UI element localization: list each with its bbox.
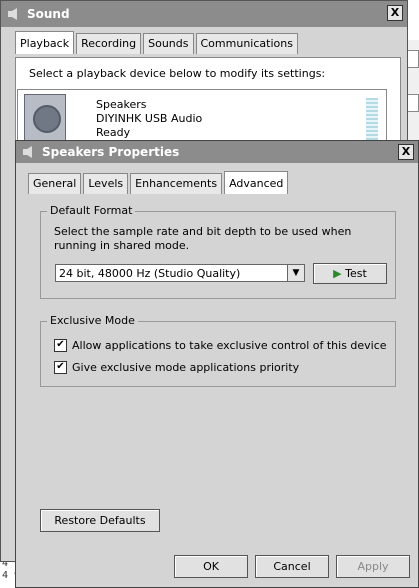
device-name[interactable]: Speakers (96, 98, 146, 111)
restore-defaults-button[interactable]: Restore Defaults (40, 509, 160, 532)
chevron-down-icon: ▼ (287, 265, 304, 281)
exclusive-control-checkbox[interactable]: ✔ (54, 339, 67, 352)
tab-general[interactable]: General (28, 173, 82, 194)
properties-titlebar[interactable]: Speakers Properties X (16, 141, 418, 163)
tab-sounds[interactable]: Sounds (143, 33, 194, 54)
properties-tabs: General Levels Enhancements Advanced (28, 171, 290, 194)
speaker-icon (22, 145, 36, 159)
sound-titlebar[interactable]: Sound X (1, 1, 407, 27)
device-status: Ready (96, 126, 131, 139)
close-icon[interactable]: X (387, 5, 403, 21)
tab-playback[interactable]: Playback (15, 31, 75, 54)
default-format-legend: Default Format (47, 204, 136, 217)
test-label: Test (345, 267, 367, 280)
default-format-description: Select the sample rate and bit depth to … (54, 225, 352, 252)
sound-title: Sound (27, 7, 70, 21)
speaker-icon (7, 7, 21, 21)
playback-instruction: Select a playback device below to modify… (29, 67, 326, 80)
tab-recording[interactable]: Recording (76, 33, 142, 54)
tab-levels[interactable]: Levels (83, 173, 129, 194)
exclusive-control-label[interactable]: Allow applications to take exclusive con… (72, 339, 387, 352)
device-description: DIYINHK USB Audio (96, 112, 203, 125)
exclusive-priority-checkbox[interactable]: ✔ (54, 361, 67, 374)
cancel-button[interactable]: Cancel (255, 555, 329, 578)
test-button[interactable]: ▶ Test (313, 263, 387, 284)
exclusive-priority-label[interactable]: Give exclusive mode applications priorit… (72, 361, 299, 374)
ok-button[interactable]: OK (174, 555, 248, 578)
exclusive-mode-group: Exclusive Mode ✔ Allow applications to t… (40, 314, 396, 387)
tab-communications[interactable]: Communications (195, 33, 298, 54)
speakers-device-icon (24, 94, 66, 142)
apply-button[interactable]: Apply (336, 555, 410, 578)
default-format-group: Default Format Select the sample rate an… (40, 204, 396, 299)
exclusive-mode-legend: Exclusive Mode (47, 314, 138, 327)
close-icon[interactable]: X (398, 144, 414, 160)
sound-tabs: Playback Recording Sounds Communications (15, 31, 300, 54)
play-icon: ▶ (333, 267, 342, 280)
tab-advanced[interactable]: Advanced (224, 171, 289, 194)
tab-enhancements[interactable]: Enhancements (130, 173, 223, 194)
format-selected-value: 24 bit, 48000 Hz (Studio Quality) (59, 267, 241, 280)
format-dropdown[interactable]: 24 bit, 48000 Hz (Studio Quality) ▼ (55, 264, 305, 282)
properties-title: Speakers Properties (42, 145, 180, 159)
speakers-properties-dialog: Speakers Properties X General Levels Enh… (15, 140, 419, 588)
